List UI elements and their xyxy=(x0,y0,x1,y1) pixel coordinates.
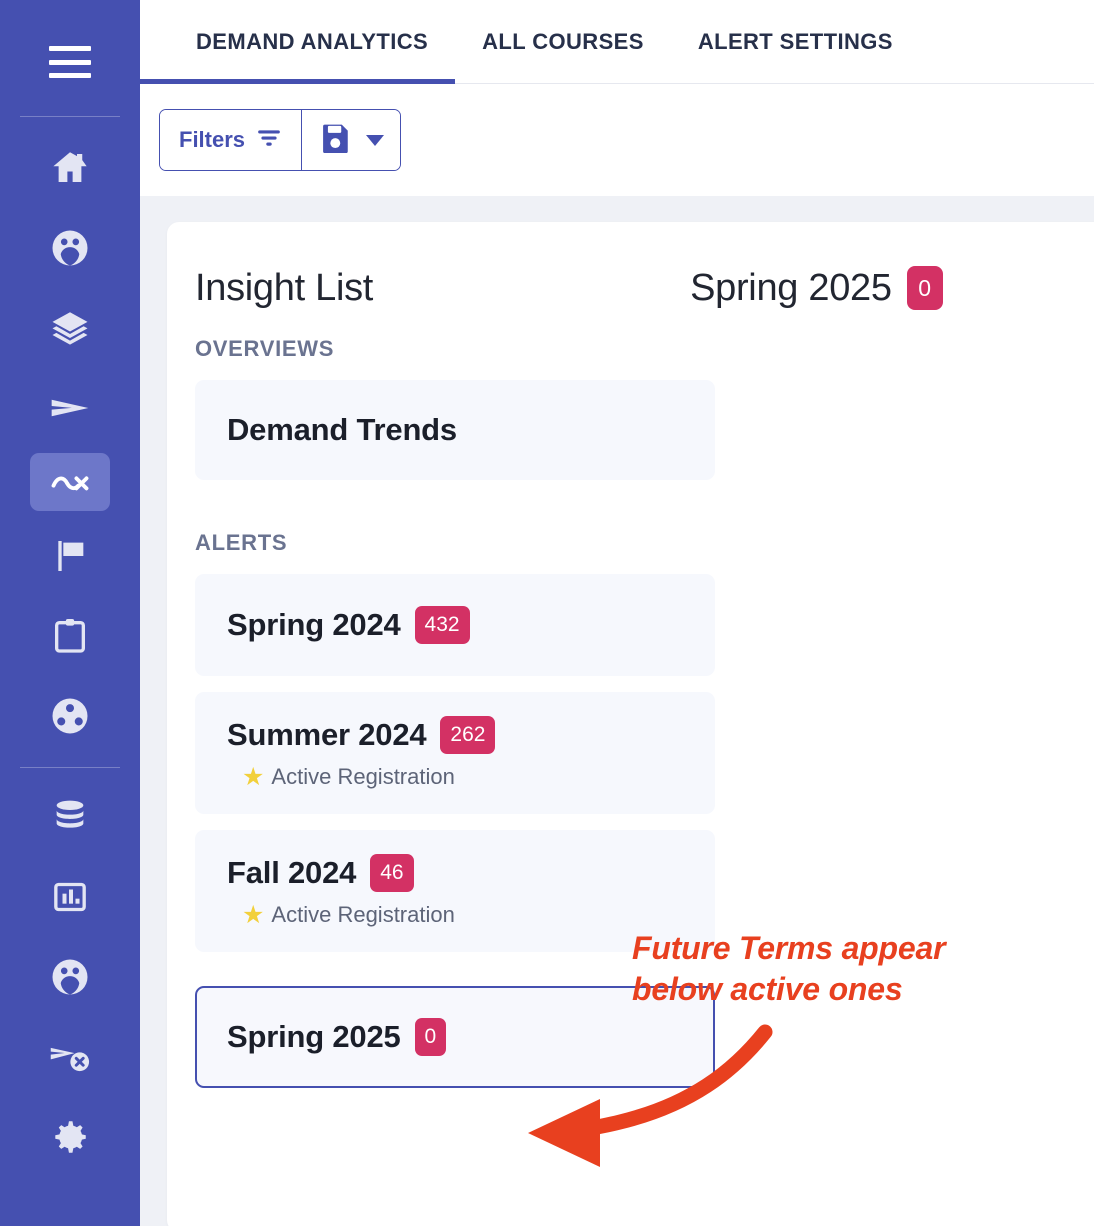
tab-label: DEMAND ANALYTICS xyxy=(196,29,429,54)
trending-analytics-icon xyxy=(48,460,92,504)
sidebar-item-clipboard[interactable] xyxy=(30,607,110,665)
sidebar-item-send[interactable] xyxy=(30,379,110,437)
caret-down-icon xyxy=(366,134,385,146)
sidebar-item-layers[interactable] xyxy=(30,299,110,357)
sidebar-item-database[interactable] xyxy=(30,788,110,846)
list-item-row: Demand Trends xyxy=(227,412,713,448)
filters-label: Filters xyxy=(179,127,246,152)
list-item-title: Summer 2024 xyxy=(227,717,427,752)
list-item-title: Spring 2024 xyxy=(227,607,401,642)
sidebar-item-group[interactable] xyxy=(30,687,110,745)
selected-term-badge: 0 xyxy=(906,266,943,310)
toolbar: Filters xyxy=(140,84,1094,196)
save-view-button[interactable] xyxy=(302,110,401,170)
tab-label: ALERT SETTINGS xyxy=(697,29,893,54)
filters-button[interactable]: Filters xyxy=(160,110,303,170)
list-item-title: Fall 2024 xyxy=(227,855,357,890)
status-badge: 46 xyxy=(370,854,414,892)
insight-list-card: Insight List Spring 2025 0 OVERVIEWS Dem… xyxy=(167,222,1094,1226)
card-header: Insight List Spring 2025 0 xyxy=(195,252,1094,324)
database-icon xyxy=(50,797,90,837)
sidebar xyxy=(0,0,140,1226)
list-item[interactable]: Summer 2024 262 ★ Active Registration xyxy=(195,692,715,814)
sidebar-divider-bottom xyxy=(20,767,120,768)
star-icon: ★ xyxy=(242,762,265,791)
status-badge: 262 xyxy=(440,716,496,754)
page-title: Insight List xyxy=(195,266,374,309)
sidebar-item-reports[interactable] xyxy=(30,868,110,926)
alerts-list: Spring 2024 432 Summer 2024 262 ★ Active… xyxy=(195,574,1094,1088)
status-badge: 0 xyxy=(414,1018,447,1056)
hamburger-menu-icon[interactable] xyxy=(49,46,91,78)
hamburger-bar xyxy=(49,73,91,78)
list-item-subtitle-label: Active Registration xyxy=(271,764,455,789)
clipboard-icon xyxy=(50,616,90,656)
bar-chart-icon xyxy=(50,877,90,917)
home-icon xyxy=(49,147,91,189)
layers-icon xyxy=(49,307,91,349)
app-root: DEMAND ANALYTICS ALL COURSES ALERT SETTI… xyxy=(0,0,1094,1226)
send-cancel-icon xyxy=(48,1035,92,1079)
filters-button-group: Filters xyxy=(159,109,402,171)
selected-term-header: Spring 2025 0 xyxy=(690,266,943,310)
list-item-row: Spring 2024 432 xyxy=(227,606,713,644)
group-circle-icon xyxy=(49,695,91,737)
tab-bar: DEMAND ANALYTICS ALL COURSES ALERT SETTI… xyxy=(140,0,1094,84)
list-item-title: Demand Trends xyxy=(227,412,457,447)
list-item[interactable]: Fall 2024 46 ★ Active Registration xyxy=(195,830,715,952)
sidebar-item-contacts[interactable] xyxy=(30,948,110,1006)
tab-demand-analytics[interactable]: DEMAND ANALYTICS xyxy=(140,0,456,84)
list-item[interactable]: Demand Trends xyxy=(195,380,715,480)
list-item-title: Spring 2025 xyxy=(227,1019,401,1054)
hamburger-bar xyxy=(49,59,91,65)
section-label-alerts: ALERTS xyxy=(195,530,288,555)
flag-icon xyxy=(50,536,90,576)
list-item-row: Summer 2024 262 xyxy=(227,716,713,754)
gear-icon xyxy=(49,1116,91,1158)
section-label-overviews: OVERVIEWS xyxy=(195,336,335,361)
main-content: DEMAND ANALYTICS ALL COURSES ALERT SETTI… xyxy=(140,0,1094,1226)
overviews-list: Demand Trends xyxy=(195,380,1094,480)
filter-funnel-icon xyxy=(256,127,282,154)
sidebar-item-analytics[interactable] xyxy=(30,453,110,511)
sidebar-item-unsent[interactable] xyxy=(30,1028,110,1086)
page-body: Insight List Spring 2025 0 OVERVIEWS Dem… xyxy=(140,196,1094,1226)
list-item-subtitle: ★ Active Registration xyxy=(242,764,713,790)
send-icon xyxy=(48,386,92,430)
selected-term-label: Spring 2025 xyxy=(690,266,892,309)
hamburger-bar xyxy=(49,46,91,51)
sidebar-item-home[interactable] xyxy=(30,139,110,197)
status-badge: 432 xyxy=(414,606,470,644)
list-item-row: Spring 2025 0 xyxy=(227,1018,713,1056)
save-floppy-icon xyxy=(318,121,352,160)
list-item-row: Fall 2024 46 xyxy=(227,854,713,892)
list-item-subtitle-label: Active Registration xyxy=(271,902,455,927)
list-item[interactable]: Spring 2024 432 xyxy=(195,574,715,676)
sidebar-item-people[interactable] xyxy=(30,219,110,277)
sidebar-divider-top xyxy=(20,116,120,117)
list-item-selected[interactable]: Spring 2025 0 xyxy=(195,986,715,1088)
tab-label: ALL COURSES xyxy=(482,29,644,54)
tab-all-courses[interactable]: ALL COURSES xyxy=(455,0,671,84)
list-item-subtitle: ★ Active Registration xyxy=(242,902,713,928)
sidebar-item-flag[interactable] xyxy=(30,527,110,585)
people-circle-icon xyxy=(49,227,91,269)
tab-alert-settings[interactable]: ALERT SETTINGS xyxy=(671,0,920,84)
people-circle-icon xyxy=(49,956,91,998)
star-icon: ★ xyxy=(242,900,265,929)
sidebar-item-settings[interactable] xyxy=(30,1108,110,1166)
